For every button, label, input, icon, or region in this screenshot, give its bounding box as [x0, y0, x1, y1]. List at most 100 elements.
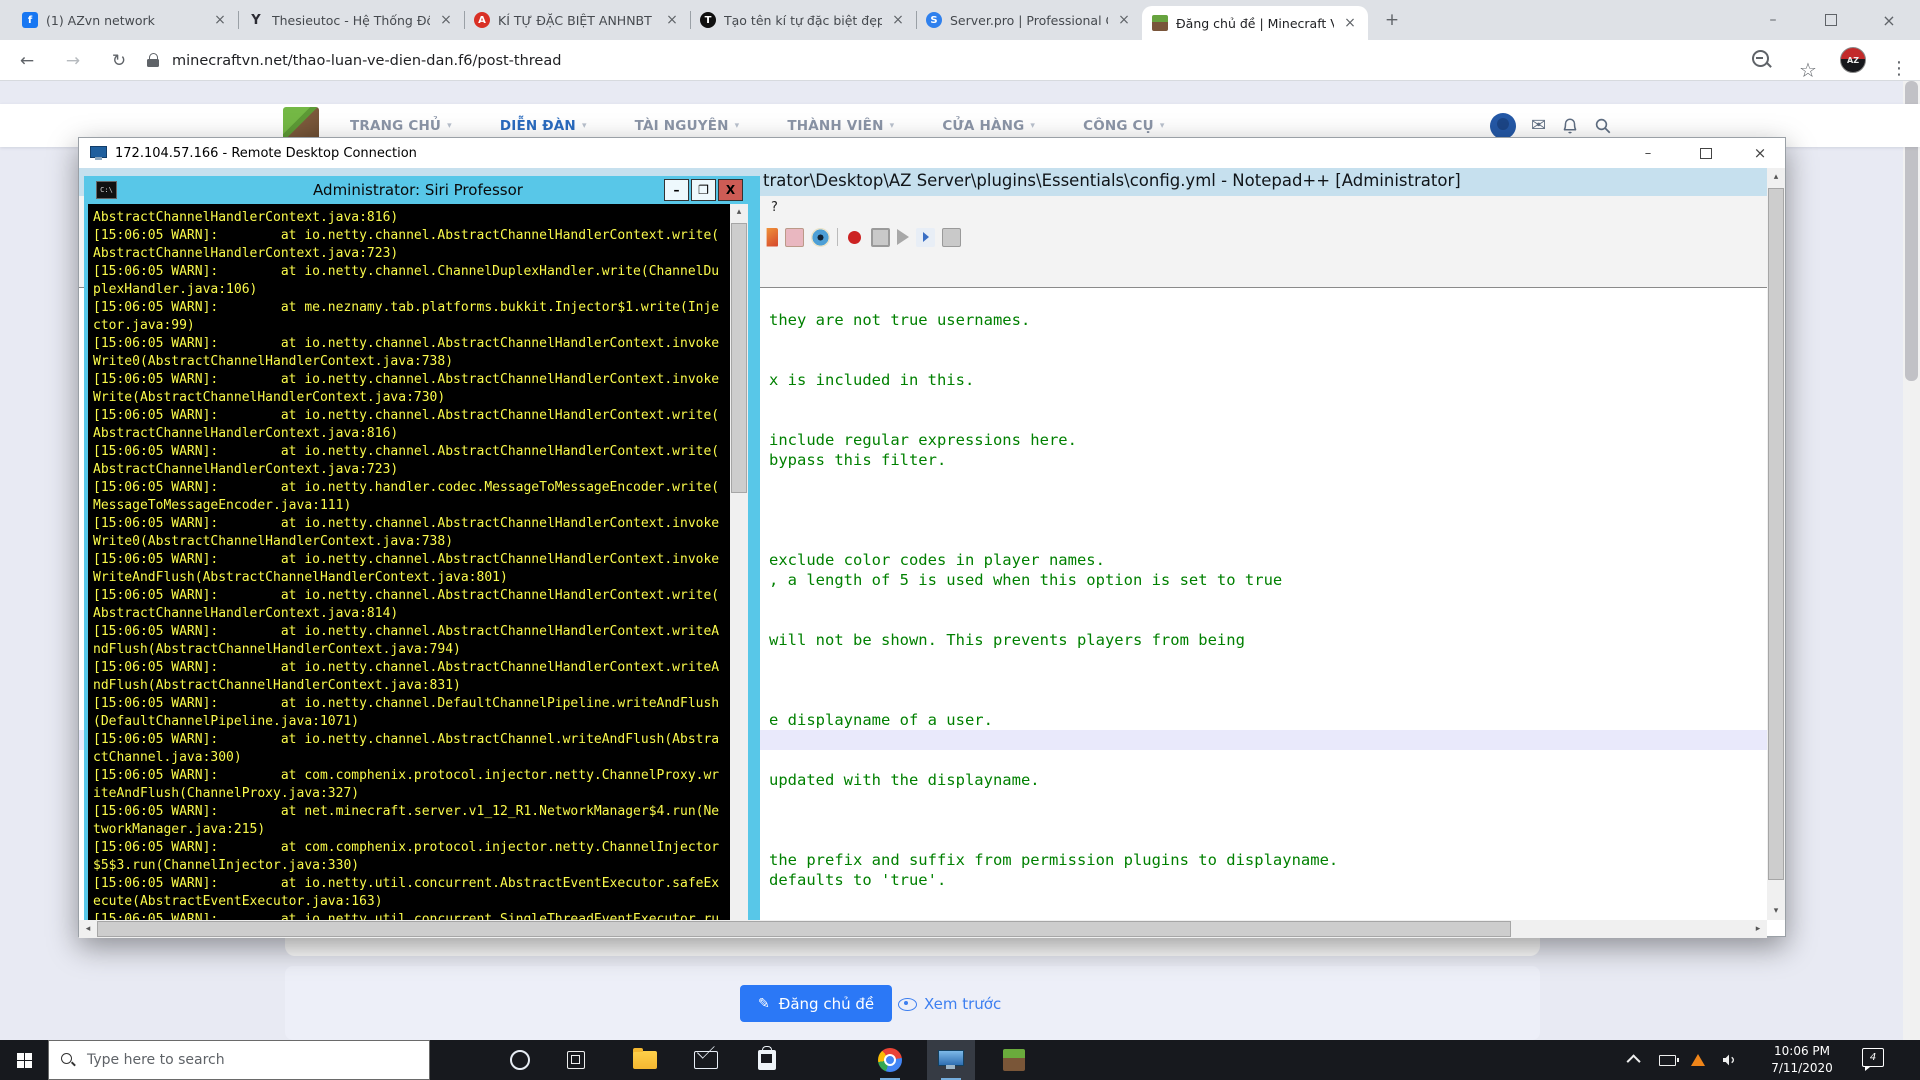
- bell-icon[interactable]: [1561, 117, 1579, 135]
- console-log-line: AbstractChannelHandlerContext.java:816): [93, 425, 730, 443]
- chevron-down-icon: ▾: [1160, 121, 1165, 131]
- console-minimize-button[interactable]: –: [664, 179, 689, 201]
- editor-line: exclude color codes in player names.: [769, 550, 1338, 570]
- nav-item[interactable]: TRANG CHỦ ▾: [350, 118, 452, 134]
- console-close-button[interactable]: X: [718, 179, 743, 201]
- editor-line: [769, 910, 1338, 920]
- editor-line: [769, 750, 1338, 770]
- tab-close-icon[interactable]: ×: [438, 12, 454, 28]
- macro-save-icon[interactable]: [942, 228, 961, 247]
- battery-icon[interactable]: [1654, 1040, 1680, 1080]
- browser-toolbar: ← → ↻ minecraftvn.net/thao-luan-ve-dien-…: [0, 40, 1920, 81]
- editor-line: [769, 670, 1338, 690]
- console-titlebar[interactable]: C:\ Administrator: Siri Professor: [88, 176, 748, 204]
- console-scrollbar-thumb[interactable]: [731, 223, 747, 493]
- browser-tab[interactable]: Y Thesieutoc - Hệ Thống Đổi T ×: [238, 0, 464, 40]
- rdp-horizontal-scrollbar-thumb[interactable]: [97, 921, 1511, 937]
- open-folder-icon[interactable]: [785, 228, 804, 247]
- taskbar-file-explorer[interactable]: [621, 1040, 669, 1080]
- console-log-line: [15:06:05 WARN]: at io.netty.channel.Abs…: [93, 587, 730, 605]
- tab-close-icon[interactable]: ×: [1342, 15, 1358, 31]
- browser-tab[interactable]: T Tạo tên kí tự đặc biệt đẹp và ×: [690, 0, 916, 40]
- new-tab-button[interactable]: +: [1380, 8, 1404, 32]
- window-close-button[interactable]: ×: [1860, 0, 1918, 40]
- tab-close-icon[interactable]: ×: [212, 12, 228, 28]
- nav-item[interactable]: DIỄN ĐÀN ▾: [500, 118, 587, 134]
- tab-close-icon[interactable]: ×: [664, 12, 680, 28]
- taskbar-clock[interactable]: 10:06 PM 7/11/2020: [1752, 1043, 1852, 1077]
- lock-icon[interactable]: [148, 53, 159, 68]
- console-log-line: AbstractChannelHandlerContext.java:814): [93, 605, 730, 623]
- windows-logo-icon: [17, 1053, 32, 1068]
- console-scroll-up-icon[interactable]: ▴: [730, 204, 748, 221]
- forward-icon[interactable]: →: [58, 40, 88, 81]
- console-log-line: [15:06:05 WARN]: at io.netty.util.concur…: [93, 911, 730, 920]
- launch-browser-icon[interactable]: [759, 228, 778, 247]
- nav-item[interactable]: TÀI NGUYÊN ▾: [635, 118, 740, 134]
- tab-close-icon[interactable]: ×: [1116, 12, 1132, 28]
- rdp-maximize-button[interactable]: [1677, 138, 1735, 168]
- nav-item[interactable]: CỬA HÀNG ▾: [942, 118, 1035, 134]
- rdp-titlebar[interactable]: 172.104.57.166 - Remote Desktop Connecti…: [79, 138, 1785, 168]
- volume-icon[interactable]: [1716, 1040, 1742, 1080]
- macro-stop-icon[interactable]: [871, 228, 890, 247]
- window-maximize-button[interactable]: [1802, 0, 1860, 40]
- cortana-button[interactable]: [496, 1040, 544, 1080]
- console-scrollbar[interactable]: ▴: [730, 204, 748, 920]
- browser-profile-avatar[interactable]: AZ: [1840, 47, 1866, 73]
- start-button[interactable]: [0, 1040, 48, 1080]
- post-thread-button[interactable]: ✎ Đăng chủ đề: [740, 985, 892, 1022]
- address-bar[interactable]: minecraftvn.net/thao-luan-ve-dien-dan.f6…: [172, 40, 561, 81]
- rdp-scroll-left-icon[interactable]: ◂: [79, 920, 97, 938]
- rdp-monitor-icon: [938, 1050, 964, 1070]
- browser-tab[interactable]: f (1) AZvn network ×: [12, 0, 238, 40]
- notepad-help-menu[interactable]: ?: [771, 200, 778, 215]
- taskbar-minecraft[interactable]: [990, 1040, 1038, 1080]
- taskbar-mail[interactable]: [682, 1040, 730, 1080]
- search-icon[interactable]: [1594, 117, 1612, 135]
- editor-line: they are not true usernames.: [769, 310, 1338, 330]
- taskbar-store[interactable]: [743, 1040, 791, 1080]
- taskbar-chrome[interactable]: [866, 1040, 914, 1080]
- browser-tab[interactable]: S Server.pro | Professional Gam ×: [916, 0, 1142, 40]
- tab-title: (1) AZvn network: [46, 13, 204, 28]
- reload-icon[interactable]: ↻: [104, 40, 134, 81]
- browser-tab[interactable]: Đăng chủ đề | Minecraft Việt ×: [1142, 6, 1368, 40]
- action-center-button[interactable]: 4: [1862, 1048, 1888, 1072]
- zoom-out-icon[interactable]: [1752, 50, 1773, 71]
- rdp-scroll-right-icon[interactable]: ▸: [1749, 920, 1767, 938]
- preview-link[interactable]: Xem trước: [898, 993, 1001, 1015]
- hidden-icons-chevron[interactable]: [1624, 1040, 1646, 1080]
- taskbar-search-input[interactable]: Type here to search: [48, 1040, 430, 1080]
- rdp-minimize-button[interactable]: –: [1619, 138, 1677, 168]
- console-restore-button[interactable]: ❐: [691, 179, 716, 201]
- browser-tab[interactable]: A KÍ TỰ ĐẶC BIỆT ANHNBT - # ×: [464, 0, 690, 40]
- editor-line: defaults to 'true'.: [769, 870, 1338, 890]
- macro-record-icon[interactable]: [848, 231, 861, 244]
- rdp-vertical-scrollbar-thumb[interactable]: [1768, 188, 1784, 880]
- user-avatar[interactable]: [1490, 113, 1516, 139]
- editor-line: [769, 350, 1338, 370]
- editor-line: [769, 610, 1338, 630]
- macro-play-icon[interactable]: [897, 229, 909, 245]
- taskbar-rdp[interactable]: [927, 1040, 975, 1080]
- preview-eye-icon[interactable]: [811, 228, 830, 247]
- window-minimize-button[interactable]: –: [1744, 0, 1802, 40]
- rdp-scroll-down-icon[interactable]: ▾: [1767, 902, 1785, 920]
- rdp-close-button[interactable]: ×: [1735, 138, 1785, 168]
- nav-item[interactable]: CÔNG CỤ ▾: [1083, 118, 1164, 134]
- editor-line: [769, 790, 1338, 810]
- tab-title: KÍ TỰ ĐẶC BIỆT ANHNBT - #: [498, 13, 656, 28]
- tab-title: Thesieutoc - Hệ Thống Đổi T: [272, 13, 430, 28]
- task-view-button[interactable]: [552, 1040, 600, 1080]
- tab-close-icon[interactable]: ×: [890, 12, 906, 28]
- console-log-line: plexHandler.java:106): [93, 281, 730, 299]
- back-icon[interactable]: ←: [12, 40, 42, 81]
- messages-icon[interactable]: ✉: [1531, 115, 1546, 136]
- chevron-down-icon: ▾: [582, 121, 587, 131]
- macro-run-multiple-icon[interactable]: [916, 228, 935, 247]
- nav-item[interactable]: THÀNH VIÊN ▾: [787, 118, 894, 134]
- console-log-line: [15:06:05 WARN]: at io.netty.channel.Def…: [93, 695, 730, 713]
- vlc-icon[interactable]: [1686, 1040, 1710, 1080]
- rdp-scroll-up-icon[interactable]: ▴: [1767, 168, 1785, 186]
